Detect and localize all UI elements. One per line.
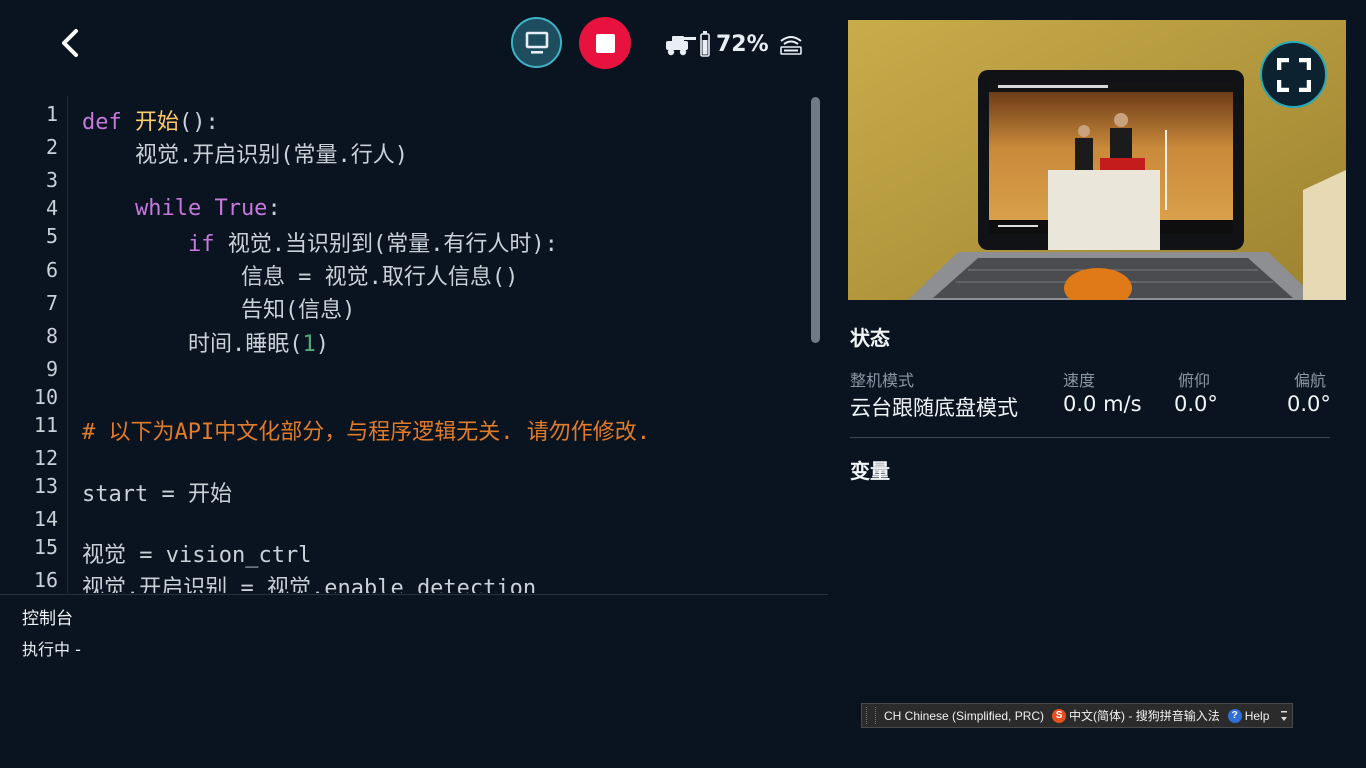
line-number: 4: [45, 196, 58, 220]
code-line: 告知(信息): [82, 298, 356, 323]
stop-icon: [595, 33, 615, 53]
input-method-selector[interactable]: S 中文(简体) - 搜狗拼音输入法: [1052, 707, 1220, 724]
yaw-label: 偏航: [1294, 371, 1327, 390]
code-comment: # 以下为API中文化部分，与程序逻辑无关. 请勿作修改.: [82, 420, 650, 445]
wifi-icon: [779, 36, 802, 55]
code-line: def 开始():: [82, 110, 219, 135]
line-number: 7: [45, 291, 58, 315]
line-number: 15: [33, 535, 58, 559]
gutter-divider: [67, 96, 68, 593]
back-button[interactable]: [54, 26, 88, 60]
language-label: CH Chinese (Simplified, PRC): [884, 708, 1045, 723]
status-divider: [850, 437, 1330, 438]
help-icon: ?: [1227, 708, 1242, 723]
variables-title: 变量: [850, 459, 890, 483]
ime-language-bar[interactable]: CH Chinese (Simplified, PRC) S 中文(简体) - …: [861, 703, 1293, 728]
sogou-icon: S: [1052, 708, 1067, 723]
line-number: 6: [45, 258, 58, 282]
speed-value: 0.0 m/s: [1063, 392, 1142, 416]
console-title: 控制台: [22, 609, 73, 629]
fullscreen-icon: [1276, 57, 1311, 92]
code-line: 时间.睡眠(1): [82, 332, 329, 357]
stop-button[interactable]: [579, 17, 631, 69]
help-button[interactable]: ? Help: [1227, 708, 1270, 723]
line-number: 8: [45, 324, 58, 348]
line-number: 3: [45, 168, 58, 192]
screen-icon: [525, 31, 548, 54]
code-line: if 视觉.当识别到(常量.有行人时):: [82, 232, 558, 257]
battery-icon: [700, 31, 710, 57]
robot-icon: [666, 36, 696, 56]
help-label: Help: [1244, 708, 1270, 723]
options-button[interactable]: [1280, 708, 1288, 724]
editor-scrollbar-thumb[interactable]: [811, 97, 820, 343]
line-number: 12: [33, 446, 58, 470]
fullscreen-button[interactable]: [1260, 41, 1327, 108]
line-number: 10: [33, 385, 58, 409]
line-number: 1: [45, 102, 58, 126]
console-output: 执行中 -: [22, 640, 81, 659]
battery-percentage: 72%: [716, 31, 769, 57]
screen-view-button[interactable]: [511, 17, 562, 68]
line-number: 11: [33, 413, 58, 437]
speed-label: 速度: [1063, 371, 1096, 390]
line-number: 2: [45, 135, 58, 159]
editor-divider: [0, 594, 828, 595]
robot-status: 72%: [664, 28, 803, 60]
mode-label: 整机模式: [850, 371, 915, 390]
mode-value: 云台跟随底盘模式: [850, 396, 1018, 420]
line-number: 9: [45, 357, 58, 381]
code-line: 信息 = 视觉.取行人信息(): [82, 265, 519, 290]
code-line: 视觉.开启识别 = 视觉.enable_detection: [82, 576, 537, 593]
code-line: 视觉.开启识别(常量.行人): [82, 143, 408, 168]
code-line: start = 开始: [82, 482, 232, 507]
input-method-label: 中文(简体) - 搜狗拼音输入法: [1069, 709, 1220, 723]
back-icon: [62, 29, 78, 57]
status-title: 状态: [850, 326, 890, 350]
line-number: 5: [45, 224, 58, 248]
options-icon: [1281, 710, 1287, 721]
pitch-label: 俯仰: [1178, 371, 1211, 390]
code-line: 视觉 = vision_ctrl: [82, 543, 312, 568]
code-line: while True:: [82, 196, 281, 221]
pitch-value: 0.0°: [1174, 392, 1218, 416]
language-selector[interactable]: CH Chinese (Simplified, PRC): [884, 709, 1044, 723]
drag-handle[interactable]: [866, 707, 876, 724]
code-editor[interactable]: 1 2 3 4 5 6 7 8 9 10 11 12 13 14 15 16 d…: [0, 96, 828, 593]
yaw-value: 0.0°: [1287, 392, 1331, 416]
line-number: 13: [33, 474, 58, 498]
line-number: 14: [33, 507, 58, 531]
line-number: 16: [33, 568, 58, 592]
